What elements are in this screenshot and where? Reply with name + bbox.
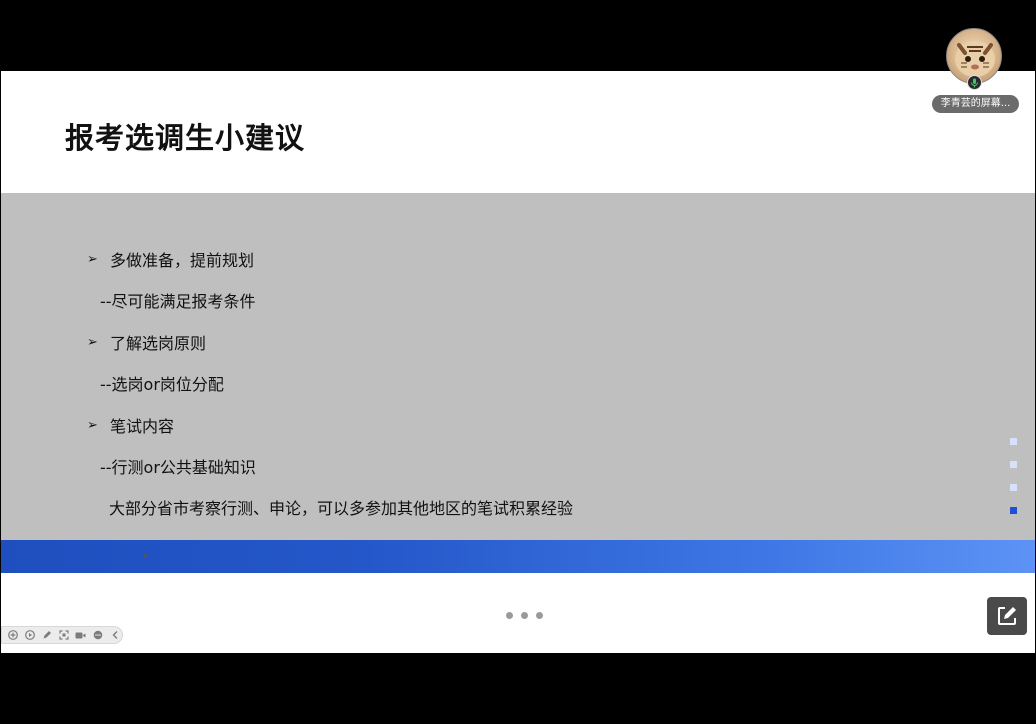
content-band <box>1 193 1035 540</box>
page-dot[interactable] <box>1010 461 1017 468</box>
ellipsis-icon <box>536 612 543 619</box>
screen-share-stage: 报考选调生小建议 ➢ 多做准备，提前规划 --尽可能满足报考条件 ➢ 了解选岗原… <box>0 0 1036 724</box>
presentation-slide: 报考选调生小建议 ➢ 多做准备，提前规划 --尽可能满足报考条件 ➢ 了解选岗原… <box>1 71 1035 653</box>
bullet-text: 笔试内容 <box>110 417 175 436</box>
annotation-toolbar <box>1 626 123 644</box>
add-icon[interactable] <box>6 629 19 642</box>
page-dot-active[interactable] <box>1010 507 1017 514</box>
bullet-text: 了解选岗原则 <box>110 334 207 353</box>
bullet-arrow-icon: ➢ <box>87 251 98 267</box>
pen-icon[interactable] <box>40 629 53 642</box>
page-dot[interactable] <box>1010 484 1017 491</box>
slide-title: 报考选调生小建议 <box>65 121 306 155</box>
note-text: 大部分省市考察行测、申论，可以多参加其他地区的笔试积累经验 <box>109 499 574 518</box>
sub-bullet-text: --行测or公共基础知识 <box>100 458 256 477</box>
sub-bullet-text: --选岗or岗位分配 <box>100 375 224 394</box>
mic-icon <box>967 75 982 90</box>
page-dot[interactable] <box>1010 438 1017 445</box>
decorative-blue-band <box>1 540 1035 573</box>
bullet-arrow-icon: ➢ <box>87 417 98 433</box>
mouse-cursor-icon: ▸ <box>144 551 149 561</box>
collapse-icon[interactable] <box>108 629 121 642</box>
fullscreen-icon[interactable] <box>57 629 70 642</box>
ellipsis-icon <box>506 612 513 619</box>
bullet-arrow-icon: ➢ <box>87 334 98 350</box>
bullet-text: 多做准备，提前规划 <box>110 251 255 270</box>
ellipsis-icon <box>521 612 528 619</box>
sub-bullet-text: --尽可能满足报考条件 <box>100 292 256 311</box>
more-options-button[interactable] <box>506 612 543 619</box>
play-icon[interactable] <box>23 629 36 642</box>
bullet-item: ➢ 多做准备，提前规划 <box>87 247 254 271</box>
participant-avatar[interactable] <box>946 28 1004 90</box>
more-icon[interactable] <box>91 629 104 642</box>
bullet-item: ➢ 了解选岗原则 <box>87 330 206 354</box>
camera-icon[interactable] <box>74 629 87 642</box>
edit-icon <box>998 607 1016 625</box>
participant-name-tag: 李青芸的屏幕... <box>932 95 1019 113</box>
edit-button[interactable] <box>987 597 1027 635</box>
bullet-item: ➢ 笔试内容 <box>87 413 174 437</box>
